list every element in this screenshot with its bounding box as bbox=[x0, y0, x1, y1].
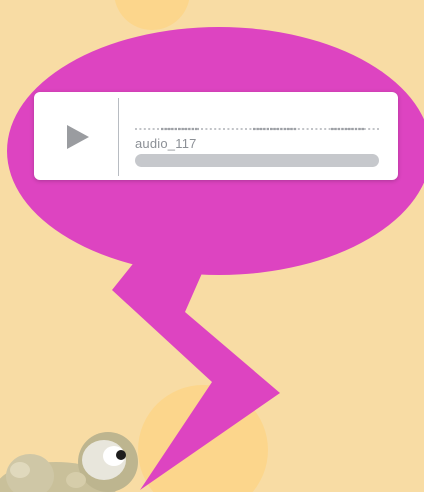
track-name: audio_117 bbox=[135, 136, 197, 151]
frog-character-icon bbox=[0, 432, 138, 492]
sun-circle-top bbox=[114, 0, 190, 30]
progress-bar[interactable] bbox=[135, 154, 379, 167]
play-triangle-icon bbox=[67, 125, 89, 149]
waveform bbox=[135, 127, 379, 131]
play-button[interactable] bbox=[34, 92, 118, 180]
audio-player: audio_117 bbox=[34, 92, 398, 180]
player-divider bbox=[118, 98, 119, 176]
scene: audio_117 bbox=[0, 0, 424, 492]
